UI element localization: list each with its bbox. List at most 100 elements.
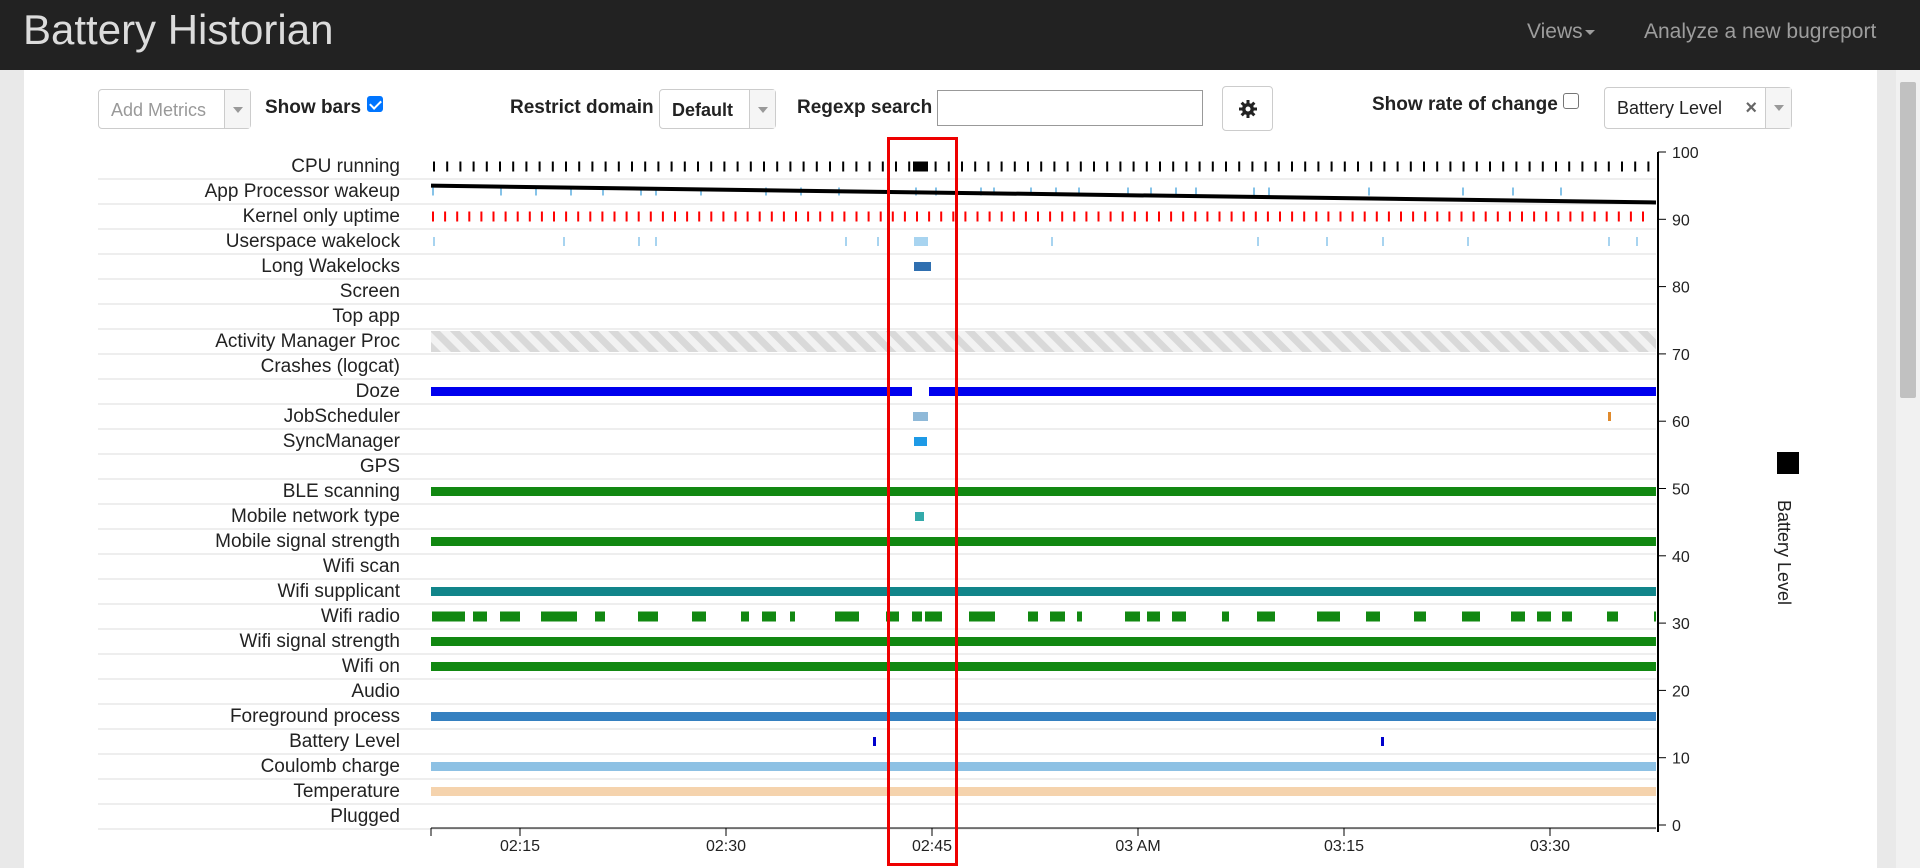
kernel-uptime-tick [589, 211, 592, 222]
battery-level-tick [873, 737, 876, 746]
wifi-radio-bar [1028, 611, 1038, 622]
wifi-radio-bar [1462, 611, 1480, 622]
kernel-uptime-tick [1436, 211, 1439, 222]
y-tick-label: 40 [1672, 549, 1690, 566]
y-tick-label: 70 [1672, 347, 1690, 364]
cpu-running-tick [736, 161, 739, 172]
kernel-uptime-tick [879, 211, 882, 222]
lane-label: Long Wakelocks [261, 256, 400, 277]
lane-label: CPU running [291, 156, 400, 177]
kernel-uptime-tick [456, 211, 459, 222]
kernel-uptime-tick [1024, 211, 1027, 222]
app-wakeup-tick [1268, 187, 1270, 196]
kernel-uptime-tick [952, 211, 955, 222]
kernel-uptime-tick [637, 211, 640, 222]
activity-manager-proc-bar [431, 331, 1656, 352]
kernel-uptime-tick [819, 211, 822, 222]
cpu-running-tick [868, 161, 871, 172]
kernel-uptime-tick [1533, 211, 1536, 222]
jobscheduler-bar [913, 412, 928, 421]
cpu-running-tick [1475, 161, 1478, 172]
cpu-running-tick [1277, 161, 1280, 172]
mobile-signal-bar [431, 537, 1656, 546]
userspace-wakelock-tick [1467, 237, 1469, 246]
cpu-running-tick [749, 161, 752, 172]
kernel-uptime-tick [1170, 211, 1173, 222]
cpu-running-tick [763, 161, 765, 172]
kernel-uptime-tick [746, 211, 749, 222]
kernel-uptime-tick [1363, 211, 1366, 222]
cpu-running-tick [987, 161, 990, 172]
kernel-uptime-tick [1351, 211, 1354, 222]
userspace-wakelock-tick [1326, 237, 1328, 246]
lane-label: BLE scanning [283, 481, 400, 502]
legend-swatch [1777, 452, 1799, 474]
cpu-running-tick [1013, 161, 1016, 172]
lane-label: Temperature [293, 781, 400, 802]
battery-timeline-chart: CPU running App Processor wakeup Kernel on… [98, 145, 1799, 855]
kernel-uptime-tick [1303, 211, 1306, 222]
userspace-wakelock-tick [655, 237, 657, 246]
kernel-uptime-tick [540, 211, 543, 222]
wifi-radio-bar [692, 611, 706, 622]
lane-label: Top app [332, 306, 400, 327]
cpu-running-tick [1555, 161, 1557, 172]
kernel-uptime-tick [1037, 211, 1039, 222]
cpu-running-tick [1409, 161, 1412, 172]
userspace-wakelock-tick [845, 237, 847, 246]
cpu-running-tick [895, 161, 897, 172]
cpu-running-tick [1066, 161, 1069, 172]
wifi-radio-bar [741, 611, 749, 622]
kernel-uptime-tick [1254, 211, 1257, 222]
cpu-running-tick [1357, 161, 1359, 172]
wifi-radio-bar [638, 611, 658, 622]
cpu-running-tick [1370, 161, 1373, 172]
kernel-uptime-tick [1121, 211, 1124, 222]
wifi-radio-bar [1654, 611, 1656, 622]
cpu-running-tick [1145, 161, 1148, 172]
kernel-uptime-tick [1581, 211, 1584, 222]
kernel-uptime-tick [1012, 211, 1015, 222]
cpu-running-tick [1528, 161, 1531, 172]
cpu-running-tick [551, 161, 554, 172]
cpu-running-tick [1093, 161, 1095, 172]
cpu-running-tick [657, 161, 660, 172]
cpu-running-tick [1159, 161, 1161, 172]
app-wakeup-tick [1368, 187, 1370, 196]
cpu-running-tick [1515, 161, 1518, 172]
kernel-uptime-tick [480, 211, 483, 222]
app-wakeup-tick [1253, 187, 1255, 196]
cpu-running-tick [1264, 161, 1267, 172]
lane-label: Crashes (logcat) [261, 356, 400, 377]
cpu-running-tick [565, 161, 567, 172]
kernel-uptime-tick [516, 211, 519, 222]
kernel-uptime-tick [1279, 211, 1281, 222]
kernel-uptime-tick [1109, 211, 1112, 222]
foreground-process-bar [431, 712, 1656, 721]
kernel-uptime-tick [565, 211, 568, 222]
kernel-uptime-tick [1375, 211, 1378, 222]
x-tick-label: 02:15 [500, 838, 540, 855]
wifi-radio-bar [1125, 611, 1140, 622]
coulomb-charge-bar [431, 762, 1656, 771]
app-wakeup-tick [1462, 187, 1464, 196]
cpu-running-tick [499, 161, 501, 172]
cpu-running-tick [1317, 161, 1320, 172]
wifi-radio-bar [969, 611, 995, 622]
cpu-running-tick [947, 161, 950, 172]
wifi-radio-bar [541, 611, 577, 622]
lane-label: Mobile signal strength [215, 531, 400, 552]
cpu-running-tick [1423, 161, 1425, 172]
wifi-radio-bar [432, 611, 465, 622]
kernel-uptime-tick [528, 211, 531, 222]
cpu-running-tick [1436, 161, 1439, 172]
cpu-running-tick [1225, 161, 1227, 172]
userspace-wakelock-tick [1382, 237, 1384, 246]
cpu-running-tick [829, 161, 831, 172]
y-tick-label: 10 [1672, 751, 1690, 768]
wifi-radio-bar [1607, 611, 1618, 622]
cpu-running-tick [578, 161, 581, 172]
y-axis-label: Battery Level [1774, 500, 1794, 605]
cpu-running-tick [1396, 161, 1399, 172]
kernel-uptime-tick [1182, 211, 1185, 222]
